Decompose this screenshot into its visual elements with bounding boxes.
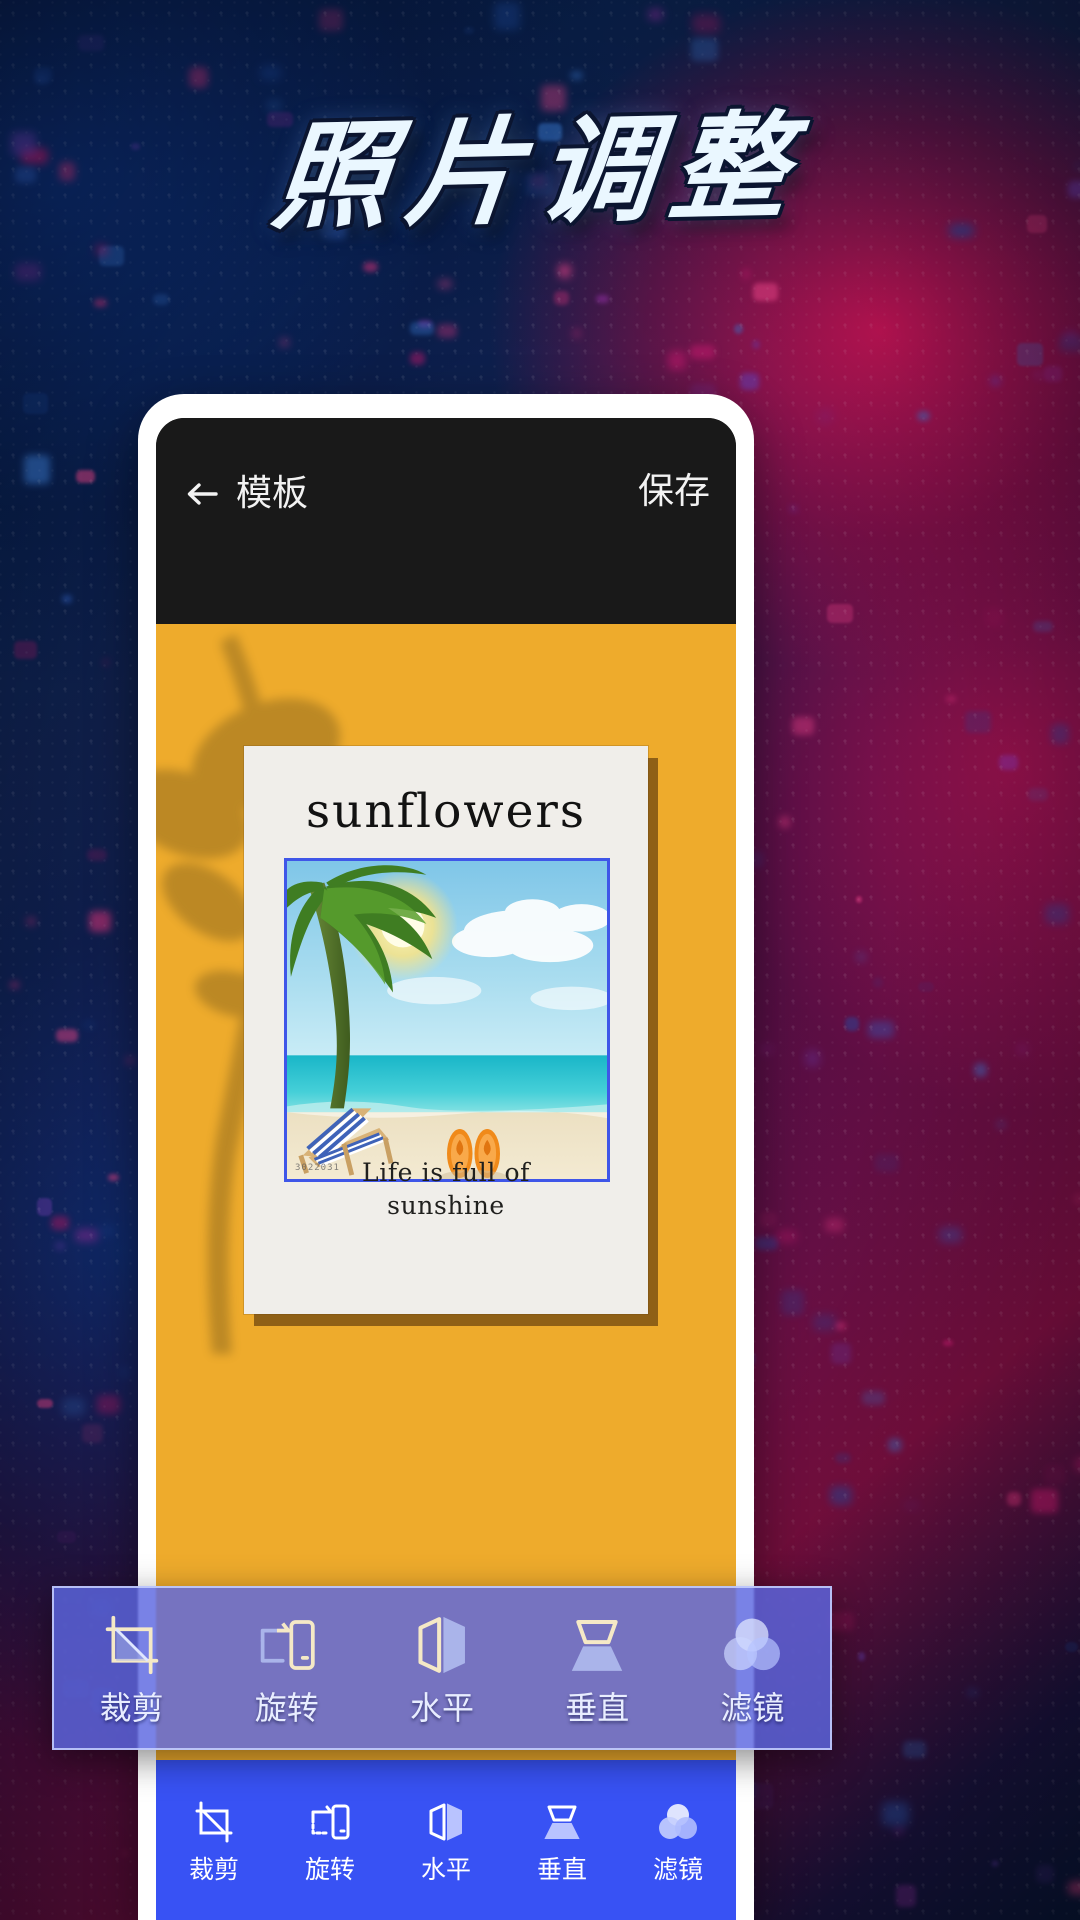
toolbar-label: 水平: [420, 1854, 471, 1884]
callout-label: 水平: [410, 1689, 475, 1727]
promo-background: 照片调整 模板 保存 sunflowers 3022031 Life is fu…: [0, 0, 1080, 1920]
callout-label: 垂直: [565, 1689, 630, 1727]
poster-caption-line-1: Life is full of: [362, 1158, 530, 1187]
highlighted-toolbar-callout: 裁剪 旋转 水平 垂直 滤镜: [52, 1586, 832, 1750]
rotate-icon: [311, 1804, 350, 1839]
toolbar-label: 滤镜: [652, 1854, 703, 1884]
toolbar-label: 裁剪: [188, 1854, 239, 1884]
callout-label: 滤镜: [720, 1689, 785, 1727]
callout-item-flip-horizontal[interactable]: 水平: [364, 1612, 519, 1724]
poster-heading: sunflowers: [305, 784, 586, 839]
app-bar-title: 模板: [236, 473, 309, 514]
toolbar-label: 垂直: [536, 1854, 587, 1884]
callout-item-filter[interactable]: 滤镜: [675, 1612, 830, 1724]
callout-item-rotate[interactable]: 旋转: [209, 1612, 364, 1724]
toolbar-item-rotate[interactable]: 旋转: [272, 1799, 388, 1882]
callout-item-flip-vertical[interactable]: 垂直: [520, 1612, 675, 1724]
back-button[interactable]: 模板: [182, 474, 308, 514]
arrow-left-icon: [187, 483, 218, 505]
toolbar-item-flip-vertical[interactable]: 垂直: [504, 1799, 620, 1882]
toolbar-item-crop[interactable]: 裁剪: [156, 1799, 272, 1882]
flip-horizontal-icon: [418, 1616, 465, 1674]
toolbar-item-filter[interactable]: 滤镜: [620, 1799, 736, 1882]
crop-icon: [105, 1615, 158, 1675]
selected-photo[interactable]: 3022031: [284, 858, 610, 1182]
poster-caption-line-2: sunshine: [387, 1191, 505, 1220]
callout-label: 裁剪: [99, 1689, 164, 1727]
page-title: 照片调整: [267, 98, 811, 246]
beach-illustration: [287, 861, 607, 1179]
filter-circles-icon: [724, 1618, 781, 1671]
app-bar: 模板 保存: [156, 418, 736, 624]
callout-label: 旋转: [254, 1689, 319, 1727]
save-button[interactable]: 保存: [638, 474, 710, 510]
flip-horizontal-icon: [429, 1802, 462, 1841]
toolbar-label: 旋转: [304, 1854, 355, 1884]
crop-icon: [195, 1801, 233, 1842]
flip-vertical-icon: [544, 1805, 580, 1839]
editor-toolbar: 裁剪 旋转 水平 垂直 滤镜: [156, 1760, 736, 1920]
flip-vertical-icon: [571, 1620, 623, 1671]
toolbar-item-flip-horizontal[interactable]: 水平: [388, 1799, 504, 1882]
poster-card[interactable]: sunflowers 3022031 Life is full of sunsh…: [244, 746, 648, 1314]
callout-item-crop[interactable]: 裁剪: [54, 1612, 209, 1724]
filter-circles-icon: [659, 1803, 697, 1839]
rotate-icon: [260, 1620, 315, 1670]
poster-caption: Life is full of sunshine: [244, 1156, 648, 1222]
